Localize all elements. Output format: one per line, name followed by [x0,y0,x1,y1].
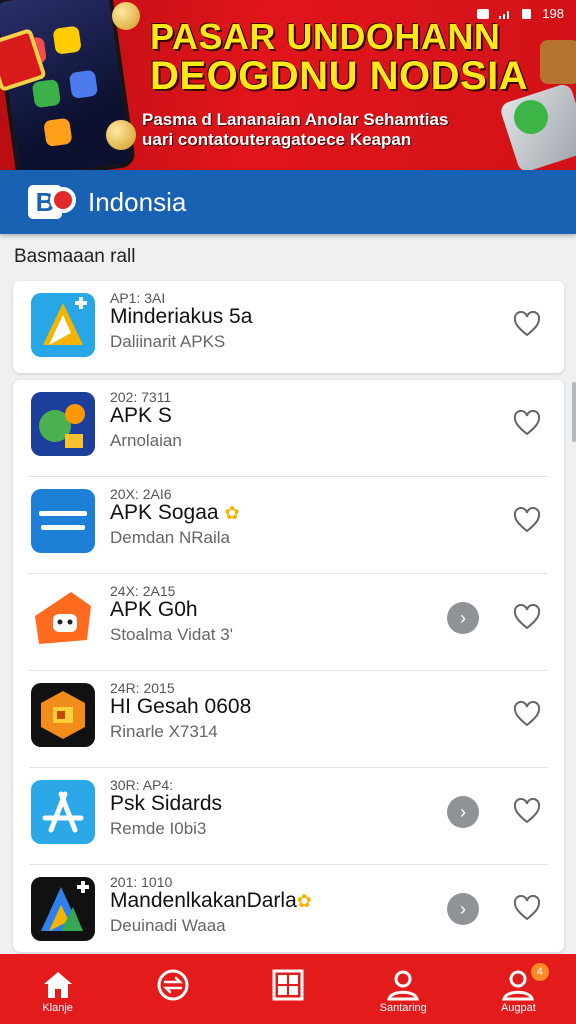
notification-badge: 4 [530,963,549,981]
nav-item-home[interactable]: Klanje [0,954,115,1024]
banner-subtitle-line2: uari contatouteragatoece Keapan [142,130,412,149]
app-name-text: APK Sogaa [110,501,219,524]
app-meta: 24R: 2015 [110,680,175,696]
app-subtitle: Stoalma Vidat 3' [110,625,233,644]
list-item[interactable]: 30R: AP4: Psk Sidards Remde I0bi3 › [13,768,564,865]
app-subtitle: Demdan NRaila [110,528,230,547]
app-meta: 24X: 2A15 [110,583,176,599]
app-meta: AP1: 3AI [110,290,166,306]
app-icon [31,877,95,941]
transfer-icon [157,969,189,1001]
coin-illustration [112,2,140,30]
list-item[interactable]: 202: 7311 APK S Arnolaian [13,380,564,477]
heart-icon[interactable] [513,701,541,727]
nav-label: Augpat [500,1002,536,1014]
app-icon [31,293,95,357]
bottom-navigation: Klanje Santaring 4 Augpat [0,954,576,1024]
list-item[interactable]: 24X: 2A15 APK G0h Stoalma Vidat 3' › [13,574,564,671]
open-arrow-button[interactable]: › [447,893,479,925]
list-item[interactable]: 24R: 2015 HI Gesah 0608 Rinarle X7314 [13,671,564,768]
app-name: MandenlkakanDarla✿ [110,889,312,913]
coin-illustration [106,120,136,150]
nav-label: Klanje [42,1002,73,1014]
promo-banner[interactable]: PASAR UNDOHANN DEOGDNU NODSIA Pasma d La… [0,0,576,170]
user-icon [387,970,420,1001]
flower-icon: ✿ [224,503,240,523]
nav-item-grid[interactable] [230,954,345,1024]
app-subtitle: Arnolaian [110,431,182,450]
app-subtitle: Deuinadi Waaa [110,916,226,935]
grid-icon [272,969,304,1001]
banner-subtitle-line1: Pasma d Lananaian Anolar Sehamtias [142,110,449,129]
status-time: 198 [542,6,564,21]
app-bar: B Indonsia [0,170,576,234]
app-meta: 202: 7311 [110,389,172,405]
battery-icon [522,8,532,19]
open-arrow-button[interactable]: › [447,796,479,828]
app-name: APK Sogaa ✿ [110,501,240,525]
heart-icon[interactable] [513,410,541,436]
flower-icon: ✿ [296,891,312,911]
list-item[interactable]: AP1: 3AI Minderiakus 5a Daliinarit APKS [13,281,564,378]
chest-illustration [540,40,576,84]
open-arrow-button[interactable]: › [447,602,479,634]
banner-title-line2: DEOGDNU NODSIA [150,54,529,98]
list-item[interactable]: 201: 1010 MandenlkakanDarla✿ Deuinadi Wa… [13,865,564,952]
heart-icon[interactable] [513,311,541,337]
status-bar: 198 [476,6,564,21]
list-item[interactable]: 20X: 2AI6 APK Sogaa ✿ Demdan NRaila [13,477,564,574]
app-icon [31,586,95,650]
nav-item-user[interactable]: Santaring [346,954,461,1024]
nav-label: Santaring [379,1002,427,1014]
app-icon [31,392,95,456]
scrollbar[interactable] [572,382,576,442]
heart-icon[interactable] [513,798,541,824]
notification-icon [477,8,490,19]
clover-illustration [514,100,548,134]
logo-dot-icon [50,187,76,213]
app-name: APK S [110,404,172,427]
app-icon [31,683,95,747]
heart-icon[interactable] [513,604,541,630]
app-icon [31,780,95,844]
heart-icon[interactable] [513,507,541,533]
nav-item-transfer[interactable] [115,954,230,1024]
signal-icon [499,10,510,19]
heart-icon[interactable] [513,895,541,921]
app-meta: 20X: 2AI6 [110,486,172,502]
featured-app-card: AP1: 3AI Minderiakus 5a Daliinarit APKS [13,281,564,373]
section-title: Basmaaan rall [14,246,136,267]
home-icon [43,972,72,998]
app-logo[interactable]: B [28,183,78,221]
app-subtitle: Daliinarit APKS [110,332,226,351]
app-name: APK G0h [110,598,198,621]
app-icon [31,489,95,553]
app-list-card: 202: 7311 APK S Arnolaian 20X: 2AI6 APK … [13,380,564,952]
app-subtitle: Remde I0bi3 [110,819,207,838]
nav-item-profile[interactable]: 4 Augpat [461,954,576,1024]
banner-title-line1: PASAR UNDOHANN [150,16,501,57]
app-title: Indonsia [88,186,187,217]
app-name-text: MandenlkakanDarla [110,889,297,912]
app-subtitle: Rinarle X7314 [110,722,218,741]
app-name: Minderiakus 5a [110,305,253,328]
app-meta: 201: 1010 [110,874,173,890]
app-name: HI Gesah 0608 [110,695,252,718]
app-name: Psk Sidards [110,792,223,815]
app-meta: 30R: AP4: [110,777,174,793]
